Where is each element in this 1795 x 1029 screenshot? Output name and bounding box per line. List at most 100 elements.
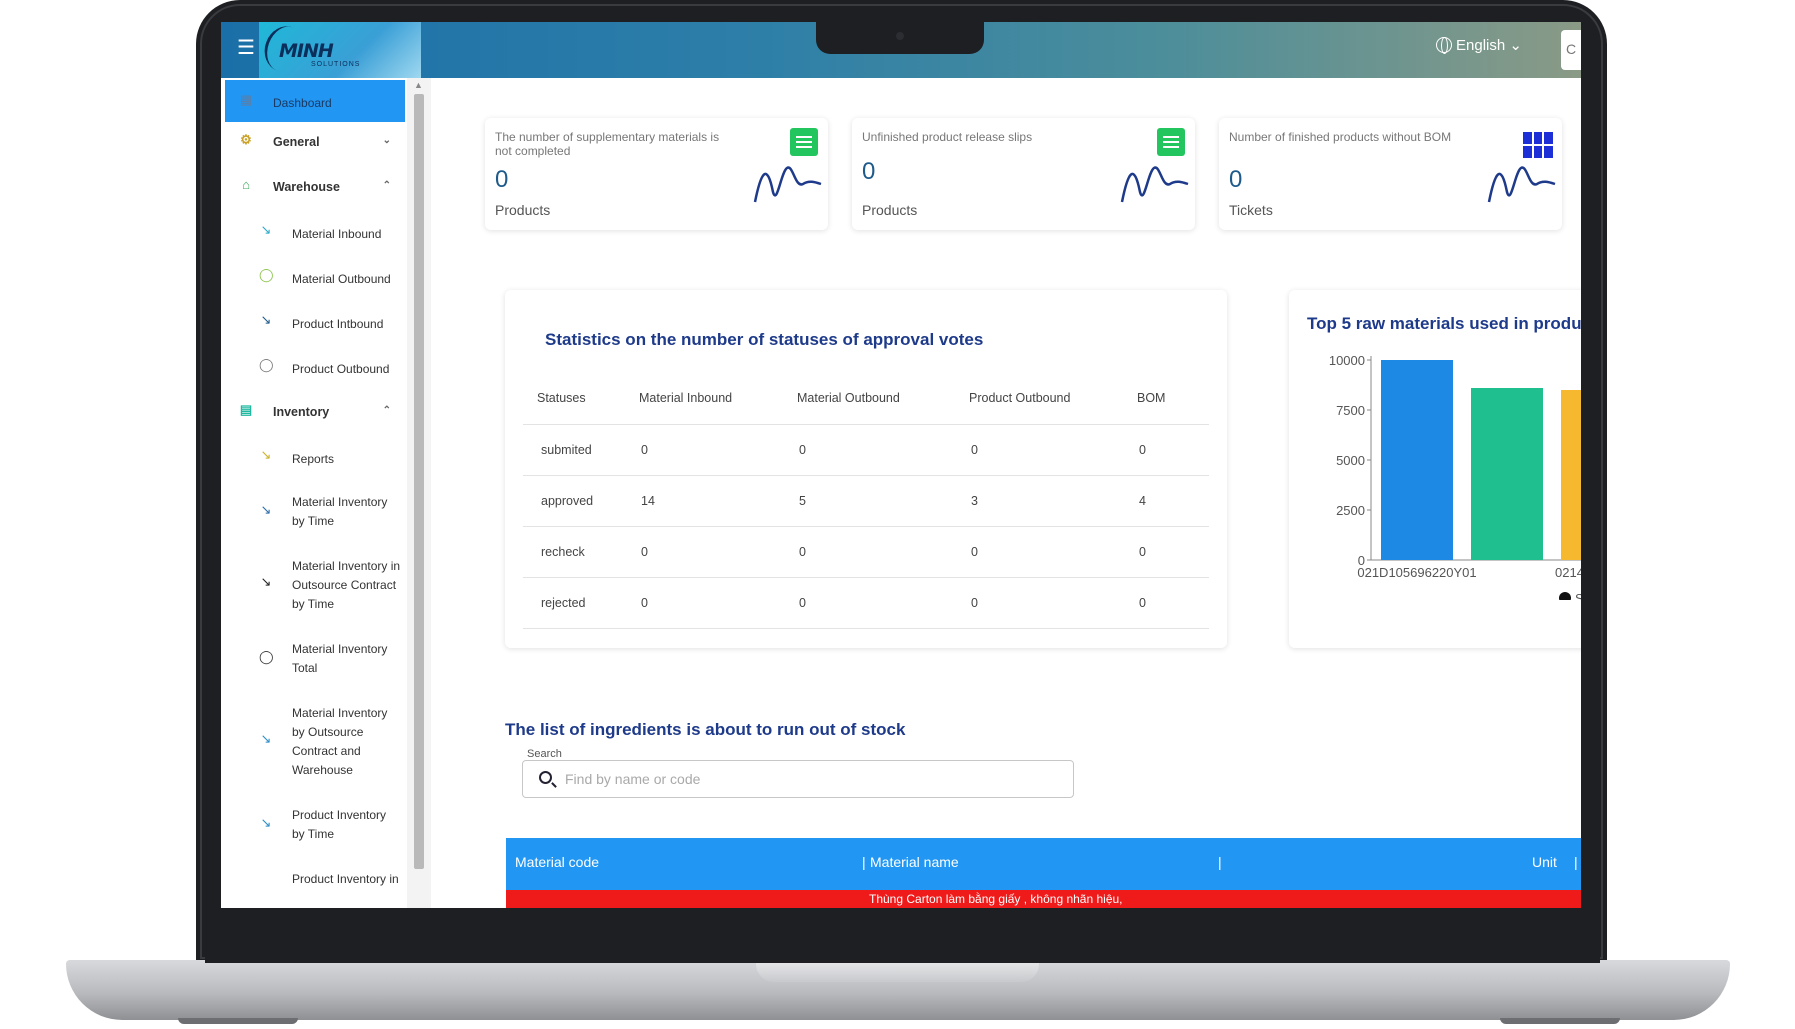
sparkline-icon xyxy=(1487,166,1556,203)
count-cell: 0 xyxy=(1137,526,1209,578)
count-cell: 0 xyxy=(639,577,797,629)
stat-card-value: 0 xyxy=(1229,166,1243,193)
screen-bezel-bottom xyxy=(205,908,1600,963)
column-divider: | xyxy=(1574,854,1578,870)
search-input[interactable] xyxy=(565,761,1005,797)
low-stock-table-header: Material code | Material name | Unit | xyxy=(506,838,1581,890)
sidebar-item-product-inbound[interactable]: ↘ Product Intbound xyxy=(225,313,405,337)
low-stock-table-row[interactable]: Thùng Carton làm bằng giấy , không nhãn … xyxy=(506,890,1581,908)
column-header-material-name[interactable]: Material name xyxy=(870,854,959,870)
x-tick-label: 021D105696220Y01 xyxy=(1357,565,1476,580)
count-cell: 0 xyxy=(1137,424,1209,476)
top-raw-materials-card: Top 5 raw materials used in produ 10000 7… xyxy=(1289,290,1581,648)
stat-card-title: Unfinished product release slips xyxy=(862,130,1033,144)
sidebar-item-product-outbound[interactable]: ◯ Product Outbound xyxy=(225,358,405,382)
column-header-material-code[interactable]: Material code xyxy=(515,854,599,870)
chevron-down-icon: ⌄ xyxy=(1509,37,1522,54)
arrow-in-icon: ↘ xyxy=(260,502,272,517)
column-header: BOM xyxy=(1137,372,1209,425)
sidebar-item-label: Material Inbound xyxy=(292,227,382,241)
laptop-base-notch xyxy=(756,960,1039,982)
logo-subtext: SOLUTIONS xyxy=(311,61,361,68)
column-header: Product Outbound xyxy=(969,372,1137,425)
arrow-in-icon: ↘ xyxy=(260,312,272,327)
stat-card-unit: Tickets xyxy=(1229,202,1273,218)
sidebar-item-material-inbound[interactable]: ↘ Material Inbound xyxy=(225,223,405,247)
dashboard-icon: ▦ xyxy=(239,92,253,107)
chevron-up-icon: ⌃ xyxy=(382,405,391,416)
company-logo[interactable]: MINH SOLUTIONS xyxy=(258,22,421,78)
search-icon xyxy=(539,771,552,784)
y-tick-label: 7500 xyxy=(1336,403,1365,418)
sidebar-group-label: General xyxy=(273,135,320,149)
sidebar-item-label: Material Inventory Total xyxy=(292,642,388,675)
grid-icon xyxy=(1523,132,1553,158)
arrow-in-icon: ↘ xyxy=(260,815,272,830)
count-cell: 14 xyxy=(639,475,797,527)
inventory-icon: ▤ xyxy=(239,402,253,417)
sidebar-item-material-inventory-outsource-warehouse[interactable]: ↘ Material Inventory by Outsource Contract… xyxy=(225,704,405,782)
sidebar-item-label: Product Inventory by Time xyxy=(292,808,387,841)
chevron-up-icon: ⌃ xyxy=(382,180,391,191)
bar xyxy=(1471,388,1543,560)
sidebar-item-label: Product Intbound xyxy=(292,317,384,331)
top-raw-materials-chart: 100007500500025000021D105696220Y01 02141S xyxy=(1329,353,1581,600)
sidebar-scrollbar[interactable]: ▲ xyxy=(407,78,431,908)
language-selector[interactable]: English ⌄ xyxy=(1436,36,1522,54)
sidebar-group-general[interactable]: ⚙ General ⌄ xyxy=(225,133,405,163)
hamburger-menu-icon[interactable]: ☰ xyxy=(235,37,257,59)
chart-title: Top 5 raw materials used in produ xyxy=(1307,314,1581,333)
sidebar-item-material-inventory-total[interactable]: ◯ Material Inventory Total xyxy=(225,640,405,680)
approval-statistics-card: Statistics on the number of statuses of … xyxy=(505,290,1227,648)
stat-card-title: Number of finished products without BOM xyxy=(1229,130,1452,144)
sidebar-item-label: Dashboard xyxy=(273,96,332,110)
legend-label: S xyxy=(1575,591,1581,600)
table-row: recheck 0 0 0 0 xyxy=(523,526,1209,578)
arrow-in-icon: ↘ xyxy=(260,574,272,589)
sidebar-item-reports[interactable]: ↘ Reports xyxy=(225,448,405,472)
stat-card-unfinished-release-slips[interactable]: Unfinished product release slips 0 Produ… xyxy=(852,118,1195,230)
sidebar-item-product-inventory-by-time[interactable]: ↘ Product Inventory by Time xyxy=(225,806,405,846)
sidebar-group-label: Warehouse xyxy=(273,180,340,194)
table-row: approved 14 5 3 4 xyxy=(523,475,1209,527)
sidebar-item-dashboard[interactable]: ▦ Dashboard xyxy=(225,80,405,122)
camera-icon xyxy=(896,32,904,40)
column-divider: | xyxy=(862,854,866,870)
stat-card-value: 0 xyxy=(495,166,509,193)
sidebar-item-material-inventory-outsource-by-time[interactable]: ↘ Material Inventory in Outsource Contrac… xyxy=(225,557,405,615)
topbar-right-box[interactable]: C xyxy=(1561,30,1581,70)
status-cell: rejected xyxy=(523,577,639,629)
sidebar-item-material-inventory-by-time[interactable]: ↘ Material Inventory by Time xyxy=(225,493,405,533)
sidebar-item-product-inventory-in[interactable]: Product Inventory in xyxy=(225,870,405,894)
count-cell: 0 xyxy=(639,424,797,476)
status-cell: submited xyxy=(523,424,639,476)
table-header-row: Statuses Material Inbound Material Outbo… xyxy=(523,372,1209,425)
sidebar-item-material-outbound[interactable]: ◯ Material Outbound xyxy=(225,268,405,292)
search-box[interactable] xyxy=(522,760,1074,798)
column-header-unit[interactable]: Unit xyxy=(1532,854,1557,870)
count-cell: 0 xyxy=(1137,577,1209,629)
compass-icon: ◯ xyxy=(259,357,274,372)
count-cell: 0 xyxy=(797,526,969,578)
sidebar-group-inventory[interactable]: ▤ Inventory ⌃ xyxy=(225,403,405,433)
document-icon xyxy=(790,128,818,156)
logo-text: MINH xyxy=(279,40,334,62)
scroll-up-icon[interactable]: ▲ xyxy=(414,80,423,90)
sidebar-scrollbar-thumb[interactable] xyxy=(414,94,424,869)
stat-card-products-without-bom[interactable]: Number of finished products without BOM … xyxy=(1219,118,1562,230)
count-cell: 5 xyxy=(797,475,969,527)
chevron-down-icon: ⌄ xyxy=(382,135,391,146)
column-divider: | xyxy=(1218,854,1222,870)
count-cell: 0 xyxy=(639,526,797,578)
approval-statistics-table: Statuses Material Inbound Material Outbo… xyxy=(523,372,1209,629)
sidebar-item-label: Material Inventory by Outsource Contract a… xyxy=(292,706,388,777)
stat-card-unit: Products xyxy=(862,202,918,218)
column-header: Statuses xyxy=(523,372,639,425)
column-header: Material Inbound xyxy=(639,372,797,425)
sidebar-item-label: Material Outbound xyxy=(292,272,391,286)
material-name-cell: Thùng Carton làm bằng giấy , không nhãn … xyxy=(869,892,1123,906)
x-tick-label: 02141 xyxy=(1555,565,1581,580)
sidebar-group-warehouse[interactable]: ⌂ Warehouse ⌃ xyxy=(225,178,405,208)
count-cell: 0 xyxy=(797,424,969,476)
stat-card-supplementary-materials[interactable]: The number of supplementary materials is… xyxy=(485,118,828,230)
